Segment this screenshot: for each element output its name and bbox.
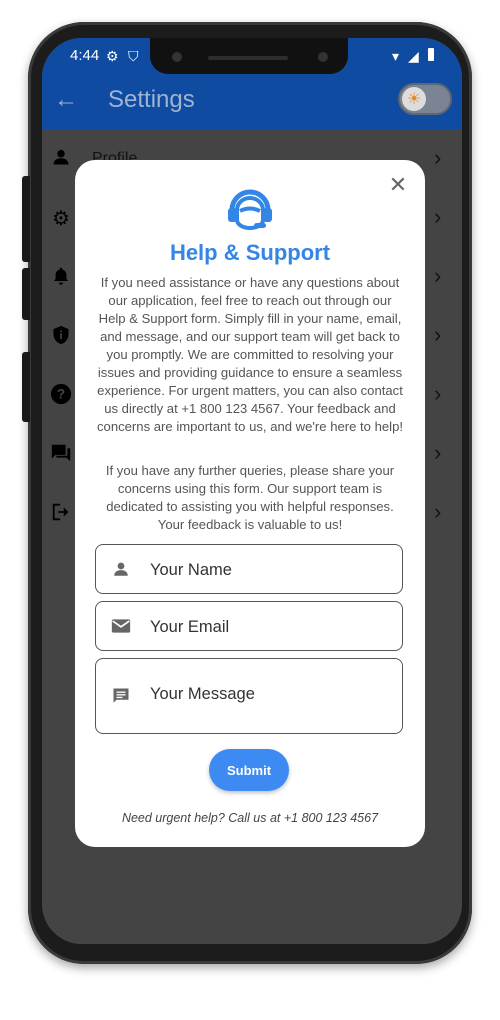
arrow-left-icon[interactable]: ←: [54, 86, 78, 114]
headset-icon: [226, 186, 274, 230]
mail-icon: [110, 615, 132, 637]
app-bar: 4:44 ⚙ ⛉ ▾ ◢ ← Settings ☀: [42, 38, 462, 129]
name-field[interactable]: [95, 544, 403, 594]
submit-button[interactable]: Submit: [209, 749, 289, 791]
battery-icon: [428, 48, 434, 61]
close-icon[interactable]: ✕: [387, 174, 409, 196]
volume-up-button: [22, 176, 30, 262]
sensor: [318, 52, 328, 62]
power-button: [22, 352, 30, 422]
dialog-title: Help & Support: [169, 240, 331, 265]
volume-down-button: [22, 268, 30, 320]
name-input[interactable]: [150, 559, 380, 581]
email-field[interactable]: [95, 601, 403, 651]
urgent-help-text: Need urgent help? Call us at +1 800 123 …: [121, 811, 379, 825]
person-icon: [110, 558, 132, 580]
help-support-dialog: ✕ Help & Support If you need assistance …: [75, 160, 425, 847]
wifi-icon: ▾: [392, 48, 400, 64]
message-field[interactable]: [95, 658, 403, 734]
page-title: Settings: [108, 86, 195, 113]
status-time: 4:44: [70, 47, 100, 64]
signal-icon: ◢: [408, 48, 419, 64]
message-input[interactable]: [150, 685, 380, 709]
message-icon: [110, 685, 132, 707]
email-input[interactable]: [150, 616, 380, 638]
theme-toggle[interactable]: ☀: [398, 83, 452, 115]
settings-status-icon: ⚙: [106, 48, 119, 64]
help-secondary-description: If you have any further queries, please …: [105, 463, 395, 532]
front-camera: [172, 52, 182, 62]
help-description: If you need assistance or have any quest…: [96, 275, 403, 434]
sun-icon: ☀: [402, 87, 426, 111]
earpiece-speaker: [208, 56, 288, 60]
shield-status-icon: ⛉: [128, 48, 139, 64]
camera-notch: [150, 38, 348, 74]
